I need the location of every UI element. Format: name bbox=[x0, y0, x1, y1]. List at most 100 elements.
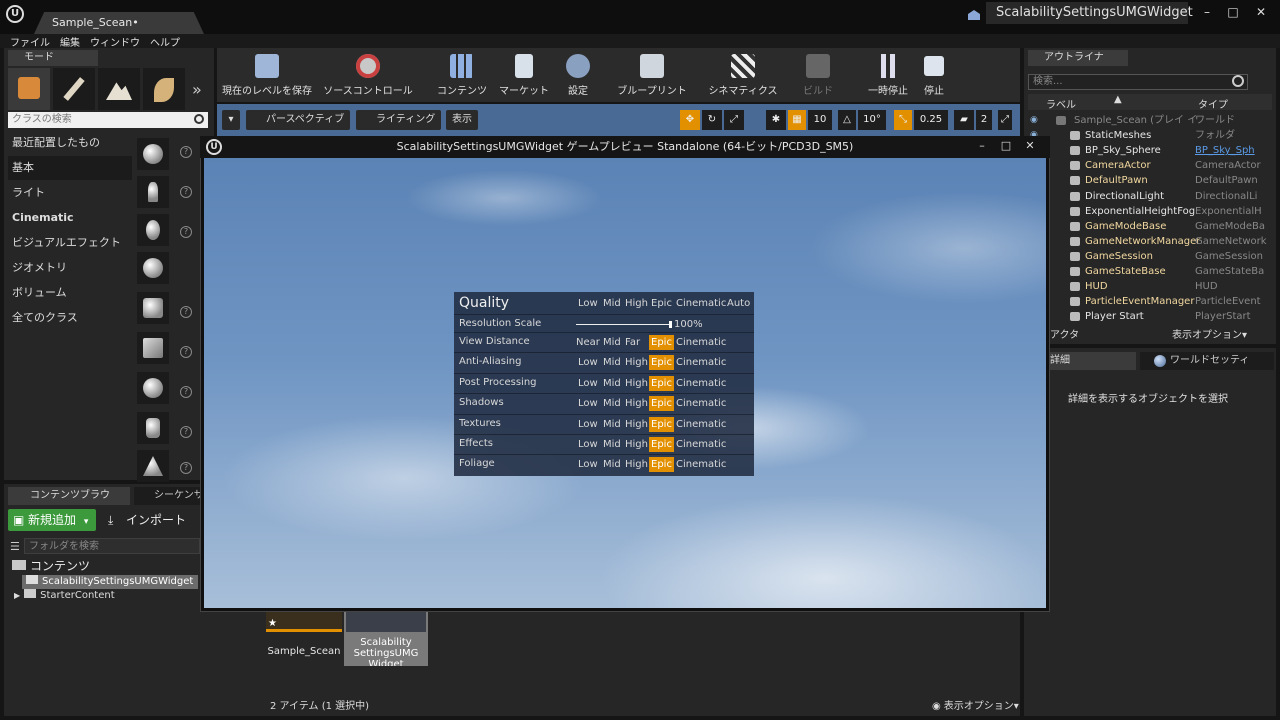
more-modes-icon[interactable]: » bbox=[192, 80, 202, 99]
outliner-tab[interactable]: アウトライナ bbox=[1028, 50, 1128, 66]
tree-item-content[interactable]: コンテンツ bbox=[12, 558, 202, 574]
quality-option-cinematic[interactable]: Cinematic bbox=[674, 396, 728, 411]
grid-snap-icon[interactable]: ▦ bbox=[788, 110, 806, 130]
scale-mode-icon[interactable]: ⤢ bbox=[724, 110, 744, 130]
source-control-button[interactable]: ソースコントロール bbox=[320, 50, 416, 102]
quality-option-epic[interactable]: Epic bbox=[649, 375, 674, 391]
place-actor-empty[interactable] bbox=[137, 138, 169, 170]
quality-option-low[interactable]: Low bbox=[576, 457, 600, 472]
pause-button[interactable]: 一時停止 bbox=[866, 50, 910, 102]
quality-option-near[interactable]: Near bbox=[574, 335, 602, 350]
rotate-snap-value[interactable]: 10° bbox=[858, 110, 886, 130]
content-browser-tab[interactable]: コンテンツブラウ bbox=[8, 487, 130, 505]
quality-option-high[interactable]: High bbox=[623, 376, 650, 391]
cinematics-button[interactable]: シネマティクス bbox=[704, 50, 782, 102]
quality-option-high[interactable]: High bbox=[623, 396, 650, 411]
quality-option-epic[interactable]: Epic bbox=[649, 457, 674, 473]
mode-landscape-button[interactable] bbox=[98, 68, 140, 110]
quality-option-high[interactable]: High bbox=[623, 355, 650, 370]
expand-arrow-icon[interactable]: ▶ bbox=[14, 591, 20, 600]
outliner-row[interactable]: ◉Player StartPlayerStart bbox=[1030, 309, 1270, 324]
quality-option-mid[interactable]: Mid bbox=[601, 376, 623, 391]
category-all-classes[interactable]: 全てのクラス bbox=[8, 306, 132, 330]
content-button[interactable]: コンテンツ bbox=[434, 50, 490, 102]
help-icon[interactable]: ? bbox=[180, 462, 192, 474]
overall-mid-button[interactable]: Mid bbox=[601, 296, 623, 311]
quality-option-low[interactable]: Low bbox=[576, 376, 600, 391]
help-icon[interactable]: ? bbox=[180, 226, 192, 238]
show-button[interactable]: 表示 bbox=[446, 110, 478, 130]
place-actor-pawn[interactable] bbox=[137, 214, 169, 246]
quality-option-cinematic[interactable]: Cinematic bbox=[674, 335, 728, 350]
overall-cinematic-button[interactable]: Cinematic bbox=[674, 296, 728, 311]
quality-option-epic[interactable]: Epic bbox=[649, 396, 674, 412]
resolution-scale-slider[interactable] bbox=[576, 324, 672, 325]
quality-option-mid[interactable]: Mid bbox=[601, 457, 623, 472]
overall-auto-button[interactable]: Auto bbox=[725, 296, 752, 311]
asset-tile-sample-scean[interactable]: ★ Sample_Scean bbox=[266, 612, 344, 666]
perspective-button[interactable]: パースペクティブ bbox=[246, 110, 351, 130]
visibility-eye-icon[interactable]: ◉ bbox=[1030, 113, 1038, 128]
quality-option-low[interactable]: Low bbox=[576, 417, 600, 432]
lighting-button[interactable]: ライティング bbox=[356, 110, 442, 130]
help-icon[interactable]: ? bbox=[180, 426, 192, 438]
close-button[interactable]: ✕ bbox=[1250, 4, 1272, 20]
quality-option-epic[interactable]: Epic bbox=[649, 437, 674, 452]
outliner-row[interactable]: ◉StaticMeshesフォルダ bbox=[1030, 128, 1270, 143]
quality-option-mid[interactable]: Mid bbox=[601, 335, 623, 350]
quality-option-mid[interactable]: Mid bbox=[601, 396, 623, 411]
grid-snap-value[interactable]: 10 bbox=[808, 110, 832, 130]
maximize-viewport-icon[interactable]: ⤢ bbox=[998, 110, 1012, 130]
resolution-scale-handle[interactable] bbox=[669, 321, 672, 328]
menu-help[interactable]: ヘルプ bbox=[150, 34, 180, 49]
outliner-row[interactable]: ◉BP_Sky_SphereBP_Sky_Sph bbox=[1030, 143, 1270, 158]
outliner-row[interactable]: ◉ Sample_Scean (プレイ イワールド bbox=[1030, 113, 1270, 128]
overall-epic-button[interactable]: Epic bbox=[649, 296, 674, 311]
outliner-row[interactable]: ◉GameSessionGameSession bbox=[1030, 249, 1270, 264]
quality-option-cinematic[interactable]: Cinematic bbox=[674, 376, 728, 391]
tree-item-scalability[interactable]: ScalabilitySettingsUMGWidget bbox=[22, 575, 198, 589]
scale-snap-value[interactable]: 0.25 bbox=[914, 110, 948, 130]
place-actor-player-start[interactable] bbox=[137, 292, 169, 324]
help-icon[interactable]: ? bbox=[180, 146, 192, 158]
category-cinematic[interactable]: Cinematic bbox=[8, 206, 132, 230]
outliner-row[interactable]: ◉CameraActorCameraActor bbox=[1030, 158, 1270, 173]
minimize-button[interactable]: – bbox=[1196, 4, 1218, 20]
place-actor-sphere[interactable] bbox=[137, 372, 169, 404]
stop-button[interactable]: 停止 bbox=[914, 50, 954, 102]
quality-option-cinematic[interactable]: Cinematic bbox=[674, 437, 728, 452]
outliner-row[interactable]: ◉GameStateBaseGameStateBa bbox=[1030, 264, 1270, 279]
type-column-header[interactable]: タイプ bbox=[1198, 96, 1228, 111]
document-tab[interactable]: Sample_Scean• bbox=[34, 12, 204, 34]
quality-option-far[interactable]: Far bbox=[623, 335, 642, 350]
quality-option-high[interactable]: High bbox=[623, 457, 650, 472]
viewport-options-button[interactable]: ▾ bbox=[222, 110, 240, 130]
asset-tile-scalability-widget[interactable]: Scalability SettingsUMG Widget bbox=[344, 612, 428, 666]
place-actor-point-light[interactable] bbox=[137, 252, 169, 284]
quality-option-cinematic[interactable]: Cinematic bbox=[674, 355, 728, 370]
add-new-button[interactable]: ▣ 新規追加 ▾ bbox=[8, 509, 96, 531]
sources-panel-toggle-icon[interactable]: ☰ bbox=[10, 540, 20, 553]
mode-paint-button[interactable] bbox=[53, 68, 95, 110]
translate-mode-icon[interactable]: ✥ bbox=[680, 110, 700, 130]
help-icon[interactable]: ? bbox=[180, 306, 192, 318]
modes-tab[interactable]: モード bbox=[8, 50, 98, 66]
place-actor-character[interactable] bbox=[137, 176, 169, 208]
outliner-row[interactable]: ◉GameNetworkManagerGameNetwork bbox=[1030, 234, 1270, 249]
preview-minimize-button[interactable]: – bbox=[972, 139, 992, 155]
menu-edit[interactable]: 編集 bbox=[60, 34, 80, 49]
quality-option-low[interactable]: Low bbox=[576, 437, 600, 452]
outliner-row[interactable]: ◉HUDHUD bbox=[1030, 279, 1270, 294]
maximize-button[interactable]: □ bbox=[1222, 4, 1244, 20]
content-view-options[interactable]: ◉ 表示オプション▾ bbox=[932, 697, 1019, 712]
quality-option-low[interactable]: Low bbox=[576, 355, 600, 370]
help-icon[interactable]: ? bbox=[180, 186, 192, 198]
category-visual-effects[interactable]: ビジュアルエフェクト bbox=[8, 231, 132, 255]
place-actor-cylinder[interactable] bbox=[137, 412, 169, 444]
place-actor-cube[interactable] bbox=[137, 332, 169, 364]
outliner-row[interactable]: ◉DefaultPawnDefaultPawn bbox=[1030, 173, 1270, 188]
overall-low-button[interactable]: Low bbox=[576, 296, 600, 311]
quality-option-mid[interactable]: Mid bbox=[601, 437, 623, 452]
build-button[interactable]: ビルド bbox=[796, 50, 840, 102]
help-icon[interactable]: ? bbox=[180, 346, 192, 358]
